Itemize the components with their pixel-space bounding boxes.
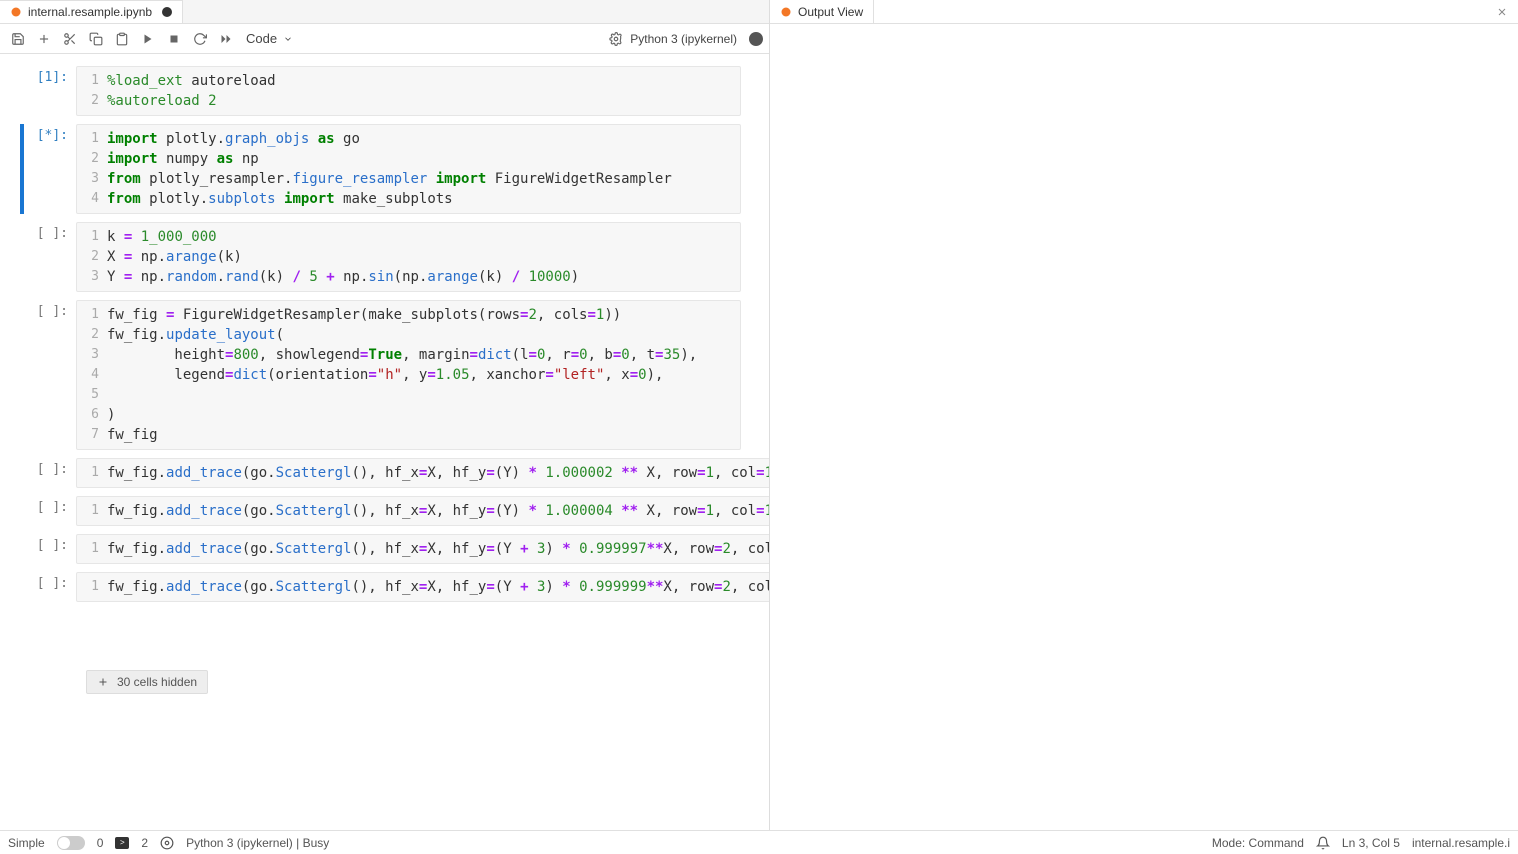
status-cursor[interactable]: Ln 3, Col 5 [1342,836,1400,850]
cell-editor[interactable]: 1 2 3k = 1_000_000 X = np.arange(k) Y = … [76,222,741,292]
output-view-panel: Output View [770,0,1518,830]
chevron-down-icon [283,34,293,44]
hidden-cells-label: 30 cells hidden [117,675,197,689]
status-two[interactable]: 2 [141,836,148,850]
code-cell[interactable]: [ ]:1fw_fig.add_trace(go.Scattergl(), hf… [6,534,763,564]
code-cell[interactable]: [ ]:1fw_fig.add_trace(go.Scattergl(), hf… [6,572,763,602]
notebook-tabbar: internal.resample.ipynb [0,0,769,24]
code-content[interactable]: fw_fig.add_trace(go.Scattergl(), hf_x=X,… [107,501,769,521]
cut-button[interactable] [58,27,82,51]
line-gutter: 1 [77,539,107,559]
kernel-busy-icon[interactable] [749,32,763,46]
line-gutter: 1 [77,577,107,597]
simple-toggle[interactable] [57,836,85,850]
unsaved-dot-icon [162,7,172,17]
celltype-label: Code [246,31,277,46]
add-cell-button[interactable] [32,27,56,51]
jupyter-icon [780,6,792,18]
output-view-title: Output View [798,5,863,19]
plus-icon [97,676,109,688]
close-icon [1496,6,1508,18]
output-view-body [770,24,1518,830]
cell-prompt: [ ]: [20,496,76,515]
notification-icon[interactable] [1316,836,1330,850]
cell-prompt: [ ]: [20,534,76,553]
code-content[interactable]: fw_fig.add_trace(go.Scattergl(), hf_x=X,… [107,539,769,559]
code-cell[interactable]: [ ]:1 2 3 4 5 6 7fw_fig = FigureWidgetRe… [6,300,763,450]
save-button[interactable] [6,27,30,51]
cell-prompt: [ ]: [20,458,76,477]
cell-prompt: [ ]: [20,572,76,591]
notebook-cells-area[interactable]: [1]:1 2%load_ext autoreload %autoreload … [0,54,769,830]
code-content[interactable]: fw_fig.add_trace(go.Scattergl(), hf_x=X,… [107,577,769,597]
simple-label: Simple [8,836,45,850]
kernel-sessions-icon[interactable] [160,836,174,850]
run-all-button[interactable] [214,27,238,51]
code-content[interactable]: fw_fig.add_trace(go.Scattergl(), hf_x=X,… [107,463,769,483]
code-content[interactable]: k = 1_000_000 X = np.arange(k) Y = np.ra… [107,227,740,287]
paste-button[interactable] [110,27,134,51]
cell-prompt: [*]: [20,124,76,143]
cell-prompt: [ ]: [20,222,76,241]
line-gutter: 1 2 [77,71,107,111]
code-cell[interactable]: [ ]:1 2 3k = 1_000_000 X = np.arange(k) … [6,222,763,292]
code-cell[interactable]: [ ]:1fw_fig.add_trace(go.Scattergl(), hf… [6,458,763,488]
cell-editor[interactable]: 1fw_fig.add_trace(go.Scattergl(), hf_x=X… [76,572,769,602]
restart-button[interactable] [188,27,212,51]
cell-editor[interactable]: 1 2%load_ext autoreload %autoreload 2 [76,66,741,116]
cell-prompt: [ ]: [20,300,76,319]
code-cell[interactable]: [1]:1 2%load_ext autoreload %autoreload … [6,66,763,116]
notebook-panel: internal.resample.ipynb Code Python 3 (i… [0,0,770,830]
close-output-button[interactable] [1492,2,1512,22]
notebook-tab-title: internal.resample.ipynb [28,5,152,19]
status-kernel[interactable]: Python 3 (ipykernel) | Busy [186,836,329,850]
code-content[interactable]: fw_fig = FigureWidgetResampler(make_subp… [107,305,740,445]
hidden-cells-button[interactable]: 30 cells hidden [86,670,208,694]
kernel-name[interactable]: Python 3 (ipykernel) [630,32,737,46]
line-gutter: 1 [77,463,107,483]
stop-button[interactable] [162,27,186,51]
code-cell[interactable]: [*]:1 2 3 4import plotly.graph_objs as g… [6,124,763,214]
notebook-toolbar: Code Python 3 (ipykernel) [0,24,769,54]
copy-button[interactable] [84,27,108,51]
cell-editor[interactable]: 1 2 3 4 5 6 7fw_fig = FigureWidgetResamp… [76,300,741,450]
cell-editor[interactable]: 1fw_fig.add_trace(go.Scattergl(), hf_x=X… [76,534,769,564]
status-mode[interactable]: Mode: Command [1212,836,1304,850]
code-content[interactable]: %load_ext autoreload %autoreload 2 [107,71,740,111]
status-file[interactable]: internal.resample.i [1412,836,1510,850]
cell-editor[interactable]: 1fw_fig.add_trace(go.Scattergl(), hf_x=X… [76,496,769,526]
celltype-select[interactable]: Code [240,31,299,46]
code-content[interactable]: import plotly.graph_objs as go import nu… [107,129,740,209]
notebook-tab[interactable]: internal.resample.ipynb [0,0,183,23]
line-gutter: 1 2 3 [77,227,107,287]
line-gutter: 1 [77,501,107,521]
cell-prompt: [1]: [20,66,76,85]
status-zero[interactable]: 0 [97,836,104,850]
cell-editor[interactable]: 1fw_fig.add_trace(go.Scattergl(), hf_x=X… [76,458,769,488]
line-gutter: 1 2 3 4 5 6 7 [77,305,107,445]
kernel-settings-icon[interactable] [604,27,628,51]
output-view-tabbar: Output View [770,0,1518,24]
jupyter-icon [10,6,22,18]
output-view-tab[interactable]: Output View [770,0,874,23]
line-gutter: 1 2 3 4 [77,129,107,209]
cell-editor[interactable]: 1 2 3 4import plotly.graph_objs as go im… [76,124,741,214]
status-bar: Simple 0 > 2 Python 3 (ipykernel) | Busy… [0,830,1518,854]
terminal-icon[interactable]: > [115,837,129,849]
run-button[interactable] [136,27,160,51]
code-cell[interactable]: [ ]:1fw_fig.add_trace(go.Scattergl(), hf… [6,496,763,526]
